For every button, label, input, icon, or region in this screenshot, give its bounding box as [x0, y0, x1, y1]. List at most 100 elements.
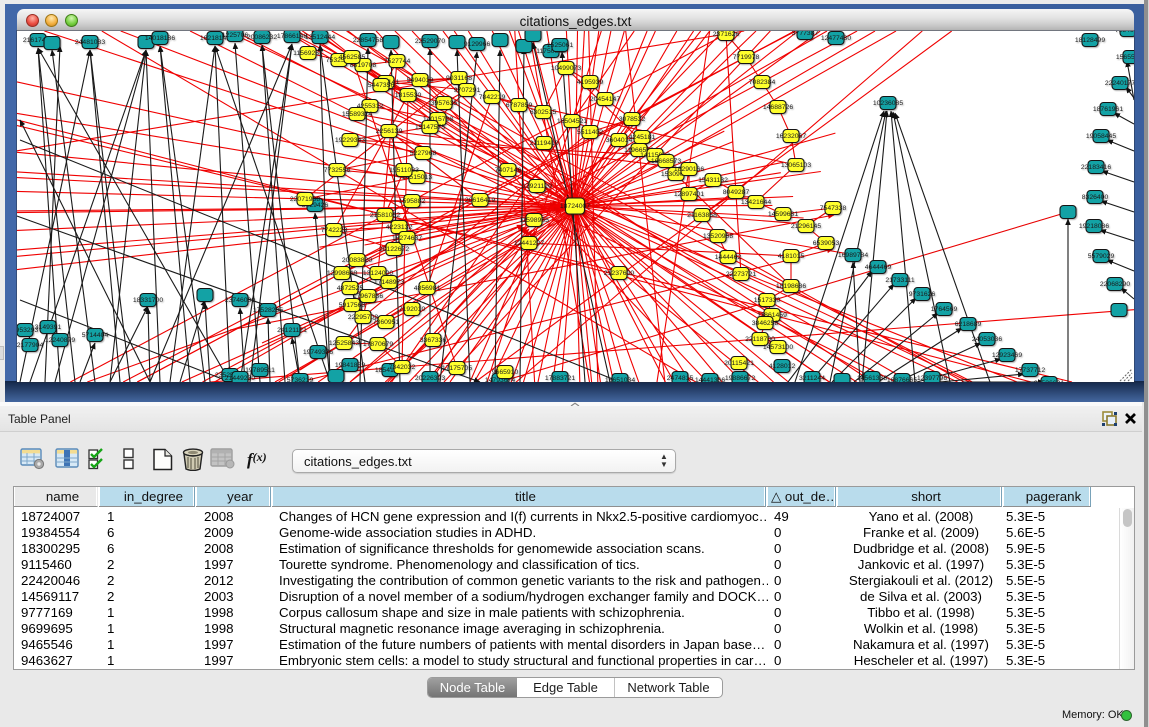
svg-text:22071938: 22071938 [290, 196, 320, 203]
svg-text:14561338: 14561338 [857, 375, 887, 382]
svg-text:13065103: 13065103 [781, 162, 811, 169]
svg-text:6218689: 6218689 [955, 321, 982, 328]
svg-text:20122672: 20122672 [379, 246, 409, 253]
svg-text:20536621: 20536621 [1034, 380, 1064, 382]
svg-text:18274637: 18274637 [392, 235, 422, 242]
svg-text:4181015: 4181015 [778, 253, 805, 260]
svg-text:22529070: 22529070 [415, 38, 445, 45]
svg-text:14688726: 14688726 [763, 104, 793, 111]
svg-text:4856981: 4856981 [414, 285, 441, 292]
svg-text:22068290: 22068290 [1100, 281, 1130, 288]
svg-text:22240177: 22240177 [1105, 80, 1134, 87]
svg-text:5714404: 5714404 [82, 332, 109, 339]
svg-text:8049287: 8049287 [723, 189, 750, 196]
svg-text:1225706: 1225706 [222, 32, 249, 39]
svg-text:12897401: 12897401 [674, 191, 704, 198]
svg-text:5736219: 5736219 [287, 377, 314, 382]
svg-text:15589374: 15589374 [342, 111, 372, 118]
svg-text:4223132: 4223132 [386, 224, 413, 231]
svg-text:3846258: 3846258 [752, 320, 779, 327]
svg-text:13520968: 13520968 [703, 233, 733, 240]
svg-text:1595882: 1595882 [399, 198, 426, 205]
svg-text:17148973: 17148973 [374, 279, 404, 286]
svg-text:4562585: 4562585 [339, 54, 366, 61]
svg-text:11569257: 11569257 [293, 50, 323, 57]
svg-text:7360951: 7360951 [373, 319, 400, 326]
svg-text:12397796: 12397796 [917, 375, 947, 382]
svg-text:21163858: 21163858 [687, 212, 717, 219]
svg-text:9665910: 9665910 [492, 369, 519, 376]
svg-text:5494019: 5494019 [407, 77, 434, 84]
svg-text:7719978: 7719978 [733, 54, 760, 61]
svg-text:24053036: 24053036 [972, 336, 1002, 343]
svg-text:6787859: 6787859 [506, 102, 533, 109]
svg-text:19058445: 19058445 [1086, 133, 1116, 140]
svg-text:19218086: 19218086 [1079, 223, 1109, 230]
svg-text:4872525: 4872525 [337, 285, 364, 292]
svg-text:20115421: 20115421 [724, 360, 754, 367]
svg-text:17866148: 17866148 [277, 33, 307, 40]
svg-text:23746089: 23746089 [225, 297, 255, 304]
svg-text:10236085: 10236085 [873, 100, 903, 107]
svg-text:4195939: 4195939 [577, 79, 604, 86]
svg-text:7742228: 7742228 [321, 227, 348, 234]
svg-text:9129966: 9129966 [464, 41, 491, 48]
svg-text:17737712: 17737712 [1015, 367, 1045, 374]
svg-text:9707291: 9707291 [454, 87, 481, 94]
svg-text:15655771: 15655771 [1116, 54, 1134, 61]
svg-text:17528285: 17528285 [253, 307, 283, 314]
svg-text:16232067: 16232067 [776, 133, 806, 140]
svg-text:6302515: 6302515 [530, 109, 557, 116]
svg-text:7192010: 7192010 [399, 306, 426, 313]
svg-text:19886672: 19886672 [725, 375, 755, 382]
svg-text:24481083: 24481083 [75, 39, 105, 46]
svg-text:20226323: 20226323 [415, 375, 445, 382]
svg-text:1815530: 1815530 [395, 92, 422, 99]
svg-text:9031168: 9031168 [446, 75, 472, 82]
svg-text:7527744: 7527744 [384, 58, 411, 65]
svg-text:3078532: 3078532 [619, 116, 646, 123]
svg-text:6539053: 6539053 [813, 240, 840, 247]
svg-text:17870679: 17870679 [363, 341, 393, 348]
svg-text:5579029: 5579029 [1088, 253, 1115, 260]
svg-text:22183416: 22183416 [1081, 164, 1111, 171]
svg-text:2256139: 2256139 [376, 128, 403, 135]
svg-text:12525843: 12525843 [329, 340, 359, 347]
svg-text:19841859: 19841859 [335, 362, 365, 369]
svg-text:20616419: 20616419 [465, 197, 495, 204]
svg-text:15147575: 15147575 [415, 124, 445, 131]
svg-text:21237600: 21237600 [604, 270, 634, 277]
svg-text:7407146: 7407146 [495, 167, 522, 174]
svg-text:22854758: 22854758 [353, 37, 383, 44]
svg-text:17921120: 17921120 [522, 183, 552, 190]
svg-text:21581062: 21581062 [370, 212, 400, 219]
svg-text:19789511: 19789511 [245, 367, 275, 374]
svg-text:18724007: 18724007 [560, 203, 590, 210]
svg-text:3777387: 3777387 [792, 31, 819, 37]
svg-text:7634679: 7634679 [1115, 31, 1134, 34]
svg-text:4245181: 4245181 [629, 134, 656, 141]
svg-text:20086232: 20086232 [247, 34, 277, 41]
svg-text:17175705: 17175705 [442, 365, 472, 372]
svg-text:14018186: 14018186 [145, 35, 175, 42]
svg-text:5511402: 5511402 [577, 129, 603, 136]
svg-text:16668573: 16668573 [651, 158, 681, 165]
svg-text:1525061: 1525061 [547, 42, 574, 49]
svg-text:1517330: 1517330 [754, 297, 781, 304]
svg-text:7082384: 7082384 [749, 79, 776, 86]
svg-text:8326400: 8326400 [1082, 194, 1109, 201]
svg-text:19229343: 19229343 [335, 137, 365, 144]
svg-text:4128012: 4128012 [769, 363, 796, 370]
svg-text:24121121: 24121121 [277, 327, 307, 334]
svg-text:17883721: 17883721 [545, 375, 575, 382]
svg-text:14599681: 14599681 [768, 211, 798, 218]
svg-text:3149391: 3149391 [35, 324, 62, 331]
svg-text:16504521: 16504521 [557, 118, 587, 125]
svg-text:10499073: 10499073 [551, 65, 581, 72]
svg-text:14573100: 14573100 [763, 344, 793, 351]
svg-text:1764569: 1764569 [931, 306, 958, 313]
svg-text:16876665: 16876665 [887, 377, 917, 382]
svg-text:18128499: 18128499 [1075, 37, 1105, 44]
svg-text:13651034: 13651034 [605, 377, 635, 382]
svg-text:1444462: 1444462 [715, 254, 742, 261]
